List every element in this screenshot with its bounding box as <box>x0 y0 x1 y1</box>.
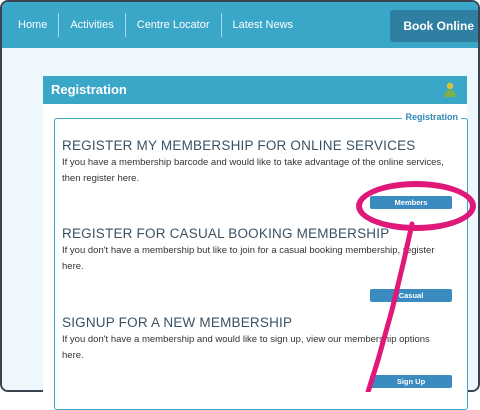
annotation-arrow-line <box>365 221 415 392</box>
